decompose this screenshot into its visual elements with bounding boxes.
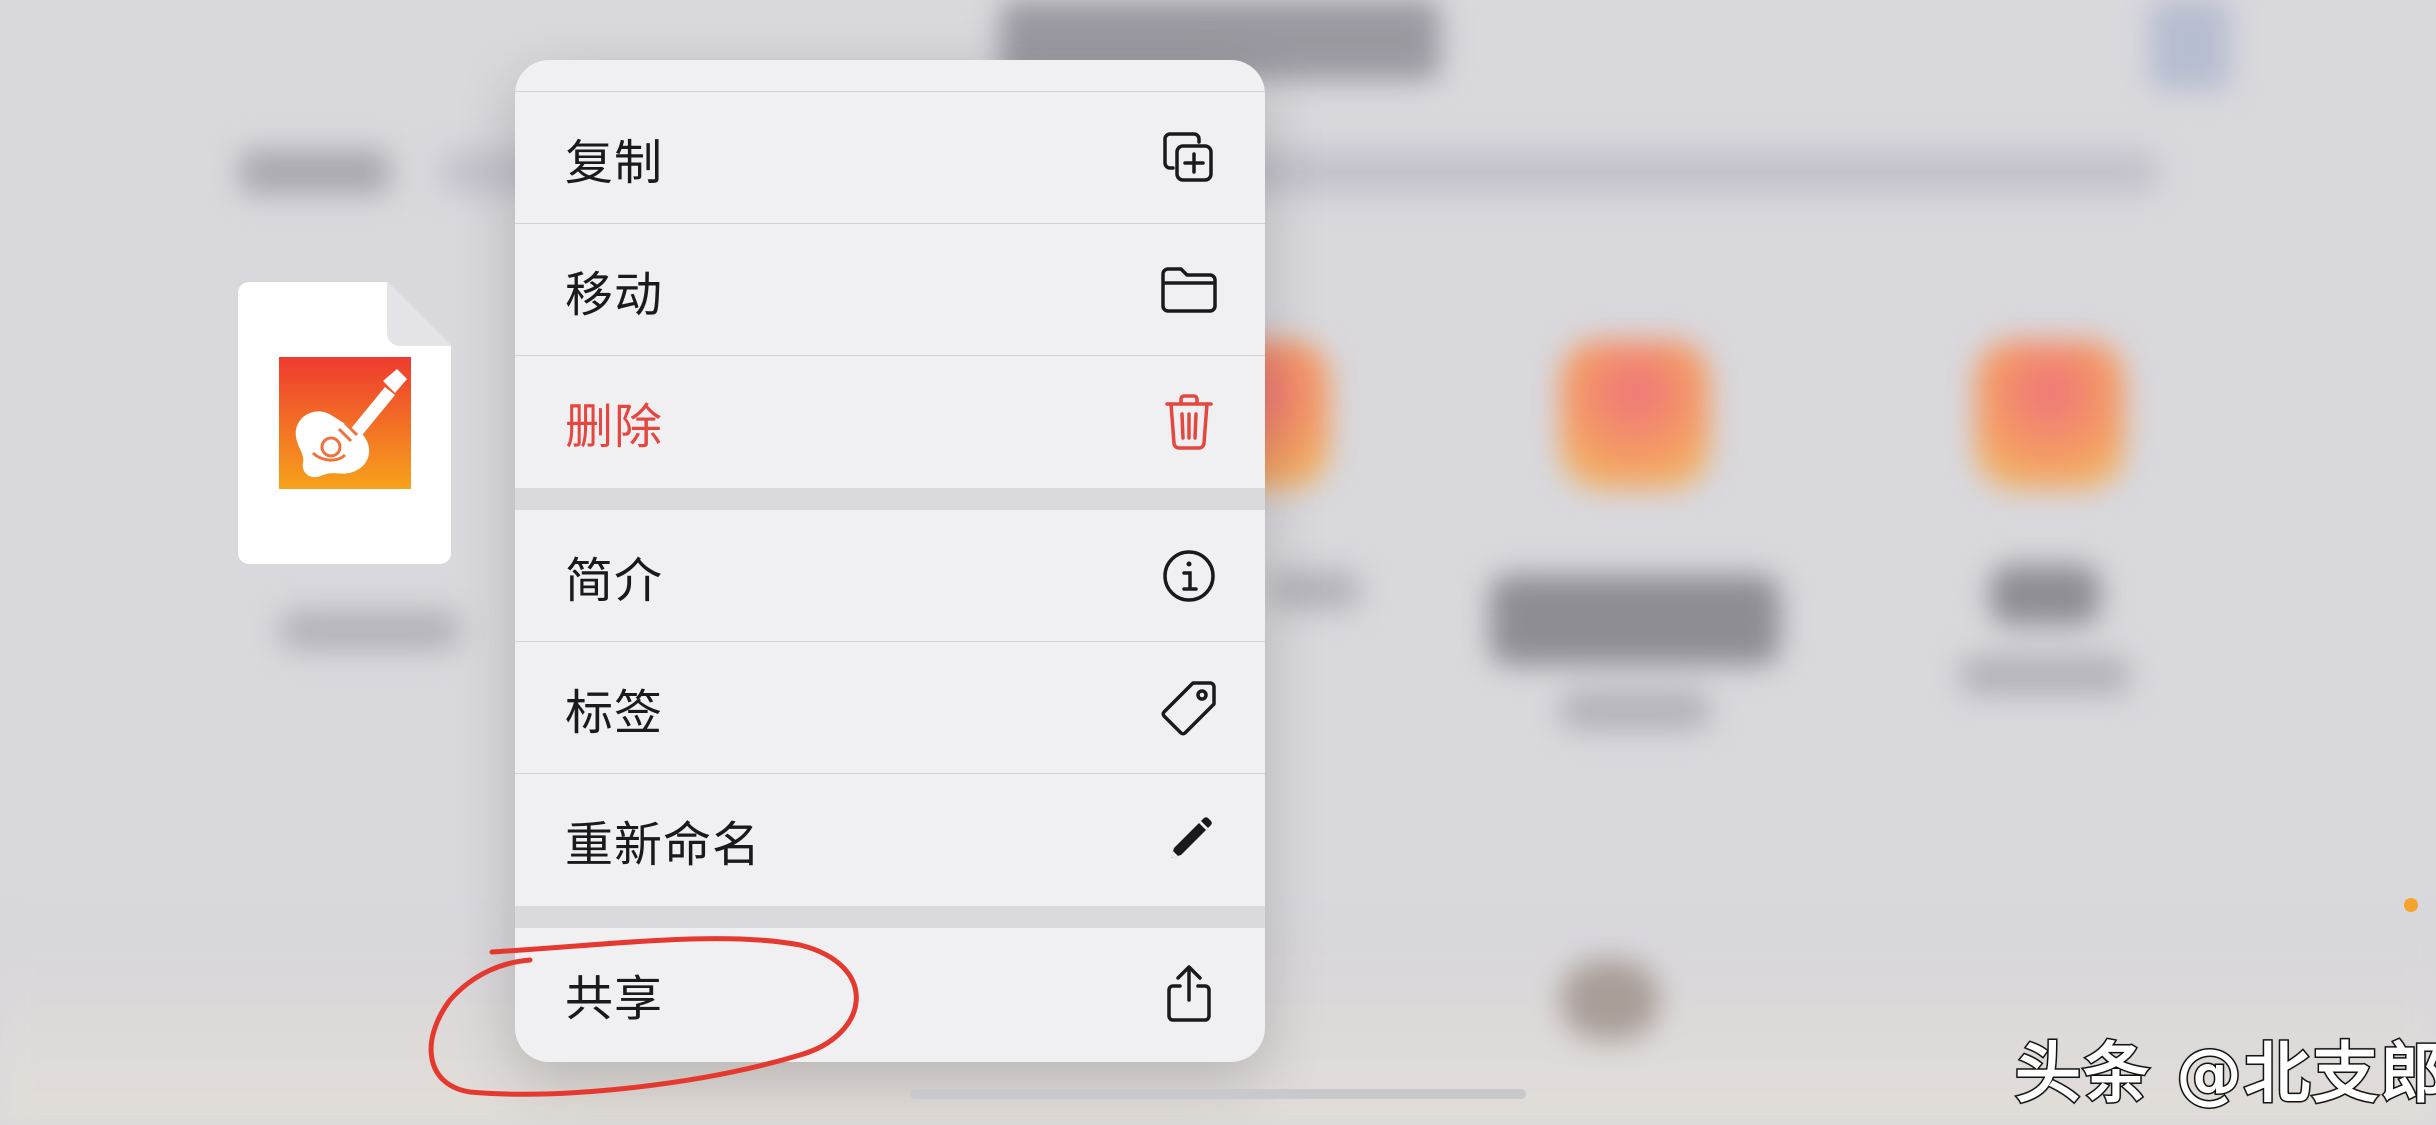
background-file-thumbnail <box>1560 340 1710 490</box>
menu-item-label: 移动 <box>565 266 664 323</box>
menu-item-get-info[interactable]: 简介 <box>515 510 1265 642</box>
menu-group-separator <box>515 488 1265 510</box>
background-sidebar-label <box>240 150 390 194</box>
home-indicator[interactable] <box>910 1089 1526 1099</box>
menu-item-label: 复制 <box>565 134 664 191</box>
status-indicator-dot <box>2404 898 2418 912</box>
menu-item-move[interactable]: 移动 <box>515 224 1265 356</box>
menu-item-rename[interactable]: 重新命名 <box>515 774 1265 906</box>
background-toolbar-button <box>2150 0 2230 90</box>
background-file-caption <box>1270 570 1360 610</box>
menu-item-label: 删除 <box>565 399 664 455</box>
background-file-thumbnail <box>1975 340 2125 490</box>
context-menu: 复制 移动 删除 简介 标签 重新命名 共享 <box>515 60 1265 1062</box>
background-file-caption <box>1990 565 2100 625</box>
menu-item-duplicate[interactable]: 复制 <box>515 92 1265 224</box>
garageband-guitar-icon <box>279 357 411 489</box>
menu-item-label: 标签 <box>565 684 664 741</box>
info-icon <box>1159 546 1219 606</box>
menu-item-tags[interactable]: 标签 <box>515 642 1265 774</box>
tag-icon <box>1159 678 1219 738</box>
duplicate-icon <box>1159 128 1219 188</box>
share-icon <box>1159 964 1219 1024</box>
folder-icon <box>1159 260 1219 320</box>
background-file-caption <box>280 610 460 650</box>
menu-item-label: 共享 <box>565 971 664 1027</box>
menu-item-share[interactable]: 共享 <box>515 928 1265 1060</box>
background-file-caption <box>1960 655 2130 695</box>
file-preview[interactable] <box>237 281 452 565</box>
watermark: 头条 @北支郎 <box>2014 1034 2436 1114</box>
menu-item-label: 简介 <box>565 552 664 609</box>
menu-item-label: 重新命名 <box>565 817 762 873</box>
menu-item-delete[interactable]: 删除 <box>515 356 1265 488</box>
menu-group-separator <box>515 906 1265 928</box>
menu-top-edge <box>515 60 1265 92</box>
trash-icon <box>1159 392 1219 452</box>
pencil-icon <box>1159 810 1219 870</box>
background-dock-item <box>1560 960 1660 1040</box>
background-file-caption <box>1490 575 1780 665</box>
background-file-caption <box>1560 690 1710 730</box>
